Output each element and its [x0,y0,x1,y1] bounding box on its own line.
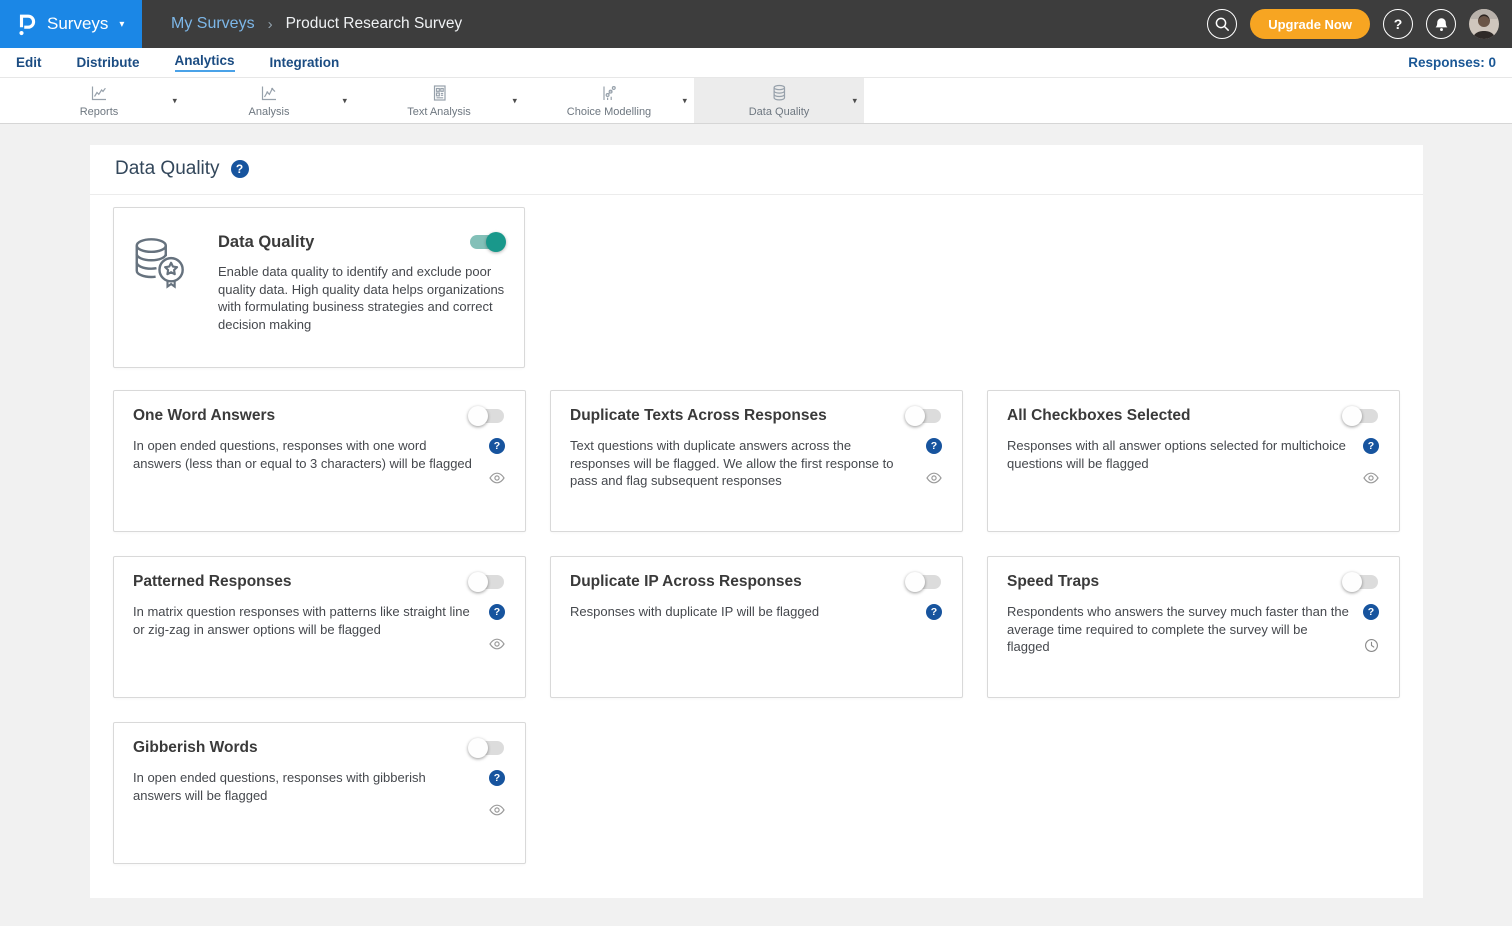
tab-label: Data Quality [749,106,810,118]
card-description: Text questions with duplicate answers ac… [570,437,925,490]
help-icon[interactable]: ? [926,438,942,454]
card-title: Speed Traps [1007,573,1099,591]
database-icon [768,83,790,103]
chevron-down-icon[interactable]: ▾ [512,95,517,106]
data-quality-toggle[interactable] [468,232,506,252]
chevron-down-icon[interactable]: ▾ [172,95,177,106]
questionpro-logo-icon [15,12,38,37]
card-title: Duplicate IP Across Responses [570,573,802,591]
card-title: One Word Answers [133,407,275,425]
responses-count: Responses: 0 [1408,55,1496,70]
dot-plot-icon [598,83,620,103]
card-description: In open ended questions, responses with … [133,769,488,816]
card-description: Responses with all answer options select… [1007,437,1362,484]
notifications-button[interactable] [1426,9,1456,39]
gibberish-words-toggle[interactable] [468,738,506,758]
card-speed-traps: Speed Traps Respondents who answers the … [987,556,1400,698]
card-title: Duplicate Texts Across Responses [570,407,827,425]
page-title: Data Quality [115,158,220,180]
help-icon[interactable]: ? [489,770,505,786]
search-icon [1213,15,1231,33]
feature-description: Enable data quality to identify and excl… [218,263,506,333]
analytics-tabs: Reports ▾ Analysis ▾ Text Analysis ▾ [0,78,1512,124]
help-icon[interactable]: ? [489,604,505,620]
all-checkboxes-toggle[interactable] [1342,406,1380,426]
database-award-icon [130,224,206,351]
top-bar: Surveys ▾ My Surveys › Product Research … [0,0,1512,48]
help-button[interactable]: ? [1383,9,1413,39]
scatter-chart-icon [258,83,280,103]
document-grid-icon [428,83,450,103]
card-title: Gibberish Words [133,739,258,757]
tab-label: Reports [80,106,119,118]
chevron-down-icon[interactable]: ▾ [852,95,857,106]
card-description: In open ended questions, responses with … [133,437,488,484]
upgrade-now-button[interactable]: Upgrade Now [1250,9,1370,39]
breadcrumb-my-surveys[interactable]: My Surveys [171,15,255,33]
tab-reports[interactable]: Reports ▾ [14,78,184,123]
card-duplicate-ip: Duplicate IP Across Responses Responses … [550,556,963,698]
tab-label: Analysis [249,106,290,118]
tab-text-analysis[interactable]: Text Analysis ▾ [354,78,524,123]
feature-title: Data Quality [218,233,314,252]
card-gibberish-words: Gibberish Words In open ended questions,… [113,722,526,864]
card-duplicate-texts: Duplicate Texts Across Responses Text qu… [550,390,963,532]
clock-icon[interactable] [1364,638,1379,653]
main-content: Data Quality ? Data Quality [0,124,1512,926]
tab-label: Choice Modelling [567,106,651,118]
duplicate-texts-toggle[interactable] [905,406,943,426]
app-menu-label: Surveys [47,14,108,34]
data-quality-feature-card: Data Quality Enable data quality to iden… [113,207,525,368]
tab-data-quality[interactable]: Data Quality ▾ [694,78,864,123]
tab-label: Text Analysis [407,106,471,118]
breadcrumb-separator: › [268,16,273,33]
help-icon[interactable]: ? [1363,604,1379,620]
tab-analysis[interactable]: Analysis ▾ [184,78,354,123]
feature-content: Data Quality Enable data quality to iden… [206,224,506,351]
card-description: Responses with duplicate IP will be flag… [570,603,925,621]
card-one-word-answers: One Word Answers In open ended questions… [113,390,526,532]
card-description: Respondents who answers the survey much … [1007,603,1362,656]
data-quality-panel: Data Quality ? Data Quality [90,145,1423,898]
tab-choice-modelling[interactable]: Choice Modelling ▾ [524,78,694,123]
help-icon[interactable]: ? [489,438,505,454]
card-patterned-responses: Patterned Responses In matrix question r… [113,556,526,698]
chevron-down-icon: ▾ [119,19,124,30]
nav-integration[interactable]: Integration [270,55,340,70]
line-chart-icon [88,83,110,103]
help-icon[interactable]: ? [926,604,942,620]
patterned-responses-toggle[interactable] [468,572,506,592]
eye-icon[interactable] [1363,472,1379,484]
topbar-actions: Upgrade Now ? [1207,0,1512,48]
help-icon[interactable]: ? [1363,438,1379,454]
help-icon[interactable]: ? [231,160,249,178]
card-description: In matrix question responses with patter… [133,603,488,650]
chevron-down-icon[interactable]: ▾ [682,95,687,106]
bell-icon [1433,16,1450,33]
rules-grid: One Word Answers In open ended questions… [90,390,1423,898]
question-mark-icon: ? [1394,16,1403,32]
chevron-down-icon[interactable]: ▾ [342,95,347,106]
card-title: All Checkboxes Selected [1007,407,1191,425]
card-all-checkboxes: All Checkboxes Selected Responses with a… [987,390,1400,532]
one-word-answers-toggle[interactable] [468,406,506,426]
speed-traps-toggle[interactable] [1342,572,1380,592]
app-switcher[interactable]: Surveys ▾ [0,0,142,48]
user-avatar[interactable] [1469,9,1499,39]
nav-edit[interactable]: Edit [16,55,42,70]
eye-icon[interactable] [489,638,505,650]
breadcrumb-current-survey: Product Research Survey [286,15,463,33]
survey-nav: Edit Distribute Analytics Integration Re… [0,48,1512,78]
duplicate-ip-toggle[interactable] [905,572,943,592]
breadcrumb: My Surveys › Product Research Survey [171,0,462,48]
card-title: Patterned Responses [133,573,292,591]
nav-distribute[interactable]: Distribute [77,55,140,70]
panel-header: Data Quality ? [90,145,1423,195]
eye-icon[interactable] [926,472,942,484]
search-button[interactable] [1207,9,1237,39]
nav-analytics[interactable]: Analytics [175,53,235,72]
eye-icon[interactable] [489,804,505,816]
eye-icon[interactable] [489,472,505,484]
